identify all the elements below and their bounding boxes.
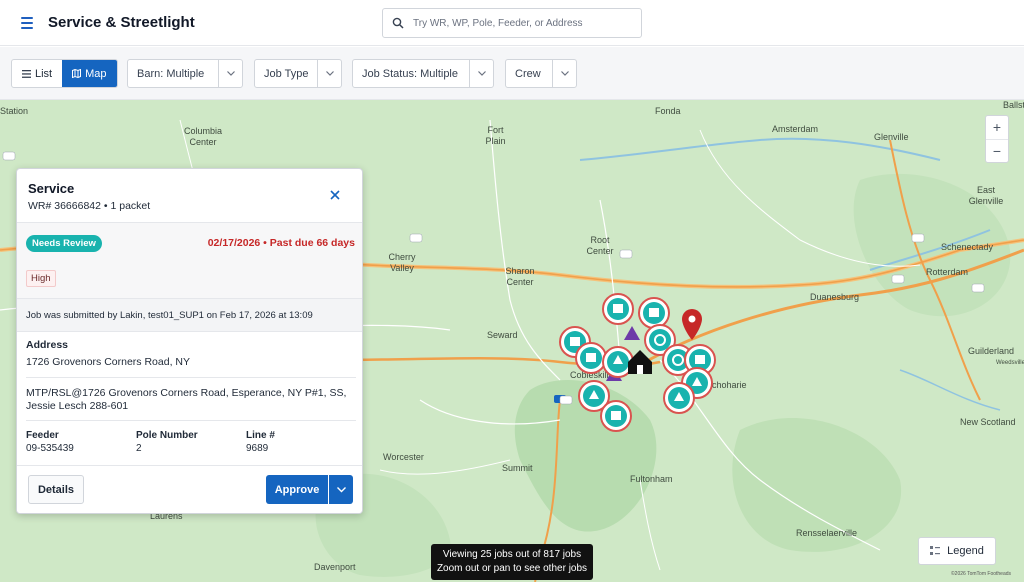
card-title: Service xyxy=(28,181,75,196)
status-badge: Needs Review xyxy=(26,235,102,252)
legend-label: Legend xyxy=(947,545,984,557)
details-button[interactable]: Details xyxy=(28,475,84,504)
feeder-label: Feeder xyxy=(26,430,59,441)
location-pin-icon[interactable] xyxy=(682,309,702,340)
chevron-down-icon xyxy=(336,486,346,492)
page-title: Service & Streetlight xyxy=(48,14,195,31)
map-icon xyxy=(72,69,82,78)
job-type-filter[interactable]: Job Type xyxy=(254,59,342,88)
app-header: Service & Streetlight xyxy=(0,0,1024,46)
legend-button[interactable]: Legend xyxy=(918,537,996,565)
pole-number-label: Pole Number xyxy=(136,430,198,441)
zoom-control: + − xyxy=(985,115,1009,163)
view-toggle: List Map xyxy=(11,59,118,88)
feeder-value: 09-535439 xyxy=(26,443,74,454)
due-date-text: 02/17/2026 • Past due 66 days xyxy=(207,237,355,249)
approve-button[interactable]: Approve xyxy=(266,475,328,504)
card-footer: Details Approve xyxy=(17,465,362,513)
job-type-filter-label: Job Type xyxy=(264,67,309,80)
map-copyright: ©2026 TomTom Footheads xyxy=(951,571,1012,577)
divider xyxy=(26,377,356,378)
chevron-down-icon xyxy=(218,60,242,87)
hamburger-menu-icon[interactable] xyxy=(14,12,40,34)
zoom-out-button[interactable]: − xyxy=(986,140,1008,163)
status-section: Needs Review 02/17/2026 • Past due 66 da… xyxy=(17,222,362,298)
line-number-value: 9689 xyxy=(246,443,269,454)
viewing-count-text: Viewing 25 jobs out of 817 jobs xyxy=(442,549,582,560)
barn-filter-label: Barn: Multiple xyxy=(137,67,205,80)
chevron-down-icon xyxy=(317,60,341,87)
viewing-jobs-banner: Viewing 25 jobs out of 817 jobs Zoom out… xyxy=(431,544,593,580)
map-view-button[interactable]: Map xyxy=(62,60,117,87)
search-input[interactable] xyxy=(413,17,633,29)
approve-options-button[interactable] xyxy=(329,475,353,504)
chevron-down-icon xyxy=(469,60,493,87)
filter-bar: List Map Barn: Multiple Job Type Job Sta… xyxy=(0,47,1024,100)
job-marker[interactable] xyxy=(602,293,634,325)
job-marker[interactable] xyxy=(638,297,670,329)
priority-badge: High xyxy=(26,270,56,287)
pole-number-value: 2 xyxy=(136,443,142,454)
viewing-hint-text: Zoom out or pan to see other jobs xyxy=(436,563,588,574)
barn-filter[interactable]: Barn: Multiple xyxy=(127,59,243,88)
crew-filter[interactable]: Crew xyxy=(505,59,577,88)
card-subtitle: WR# 36666842 • 1 packet xyxy=(28,200,151,212)
address-label: Address xyxy=(26,339,69,351)
job-status-filter-label: Job Status: Multiple xyxy=(362,67,458,80)
list-view-button[interactable]: List xyxy=(12,60,62,87)
job-detail-card: Service WR# 36666842 • 1 packet Needs Re… xyxy=(16,168,363,514)
crew-filter-label: Crew xyxy=(515,67,541,80)
list-icon xyxy=(22,69,31,78)
close-icon[interactable] xyxy=(327,187,343,203)
job-marker[interactable] xyxy=(600,400,632,432)
search-box[interactable] xyxy=(382,8,642,38)
job-marker[interactable] xyxy=(575,342,607,374)
job-status-filter[interactable]: Job Status: Multiple xyxy=(352,59,494,88)
job-note: MTP/RSL@1726 Grovenors Corners Road, Esp… xyxy=(26,387,347,412)
job-marker[interactable] xyxy=(663,382,695,414)
chevron-down-icon xyxy=(552,60,576,87)
map-view-label: Map xyxy=(85,67,107,80)
divider xyxy=(26,420,356,421)
legend-icon xyxy=(930,546,941,555)
list-view-label: List xyxy=(35,67,53,80)
search-icon xyxy=(383,17,413,29)
line-number-label: Line # xyxy=(246,430,275,441)
zoom-in-button[interactable]: + xyxy=(986,116,1008,140)
address-value: 1726 Grovenors Corners Road, NY xyxy=(26,356,190,368)
submitted-info: Job was submitted by Lakin, test01_SUP1 … xyxy=(17,298,362,332)
